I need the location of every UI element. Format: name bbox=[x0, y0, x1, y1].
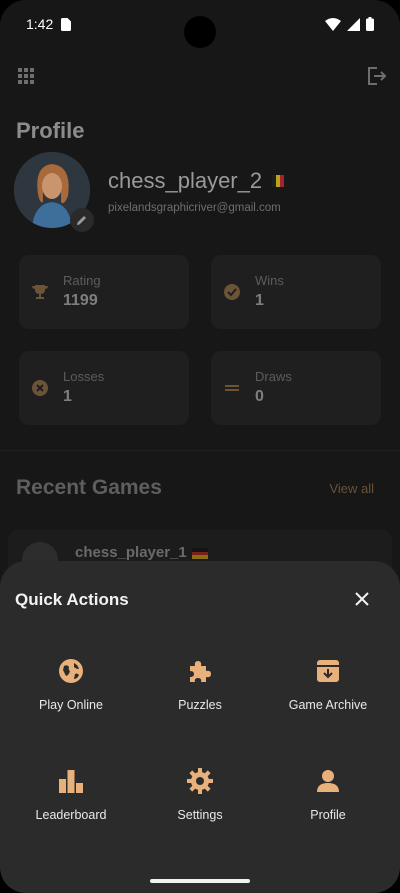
stat-card-wins: Wins 1 bbox=[211, 255, 381, 329]
close-icon bbox=[355, 592, 369, 606]
action-label: Leaderboard bbox=[35, 808, 107, 822]
gear-icon bbox=[187, 768, 213, 794]
sheet-title: Quick Actions bbox=[15, 590, 129, 609]
divider bbox=[0, 450, 400, 451]
signal-icon bbox=[347, 17, 360, 31]
home-indicator[interactable] bbox=[150, 879, 250, 883]
action-label: Settings bbox=[177, 808, 223, 822]
close-button[interactable] bbox=[350, 587, 374, 611]
pencil-icon bbox=[77, 216, 86, 225]
stat-label: Wins bbox=[255, 273, 284, 288]
profile-avatar[interactable] bbox=[14, 152, 94, 232]
equals-icon bbox=[225, 385, 239, 391]
germany-flag-icon bbox=[192, 548, 208, 560]
action-leaderboard[interactable]: Leaderboard bbox=[6, 767, 136, 837]
action-label: Play Online bbox=[39, 698, 103, 712]
stat-card-draws: Draws 0 bbox=[211, 351, 381, 425]
edit-avatar-button[interactable] bbox=[70, 208, 94, 232]
archive-icon bbox=[317, 660, 339, 682]
stat-value: 1199 bbox=[63, 292, 98, 309]
belgium-flag-icon bbox=[272, 175, 285, 187]
app-bar bbox=[0, 58, 400, 94]
username: chess_player_2 bbox=[108, 168, 263, 193]
check-circle-icon bbox=[224, 284, 240, 300]
globe-icon bbox=[59, 659, 83, 683]
view-all-link[interactable]: View all bbox=[329, 481, 374, 496]
sim-card-icon bbox=[61, 17, 72, 31]
logout-icon[interactable] bbox=[364, 64, 388, 88]
stat-label: Draws bbox=[255, 369, 292, 384]
quick-actions-sheet: Quick Actions Play Online Puzzles Game A… bbox=[0, 561, 400, 893]
battery-icon bbox=[366, 17, 374, 31]
username-row: chess_player_2 bbox=[108, 168, 285, 194]
stat-label: Rating bbox=[63, 273, 101, 288]
opponent-name: chess_player_1 bbox=[75, 544, 187, 561]
action-game-archive[interactable]: Game Archive bbox=[263, 657, 393, 727]
action-play-online[interactable]: Play Online bbox=[6, 657, 136, 727]
leaderboard-icon bbox=[59, 770, 83, 793]
puzzle-icon bbox=[190, 661, 211, 682]
trophy-icon bbox=[32, 285, 48, 299]
status-bar: 1:42 bbox=[0, 0, 400, 48]
action-settings[interactable]: Settings bbox=[135, 767, 265, 837]
stat-value: 1 bbox=[255, 292, 264, 309]
phone-screen: 1:42 Profile chess_player_2 pixelandsgra… bbox=[0, 0, 400, 893]
action-label: Puzzles bbox=[178, 698, 222, 712]
person-icon bbox=[317, 770, 339, 792]
recent-games-title: Recent Games bbox=[16, 476, 162, 499]
grid-menu-icon[interactable] bbox=[16, 66, 36, 86]
email: pixelandsgraphicriver@gmail.com bbox=[108, 202, 281, 214]
stat-card-losses: Losses 1 bbox=[19, 351, 189, 425]
action-profile[interactable]: Profile bbox=[263, 767, 393, 837]
wifi-icon bbox=[325, 17, 341, 31]
status-time: 1:42 bbox=[26, 16, 54, 32]
stat-label: Losses bbox=[63, 369, 105, 384]
stat-value: 1 bbox=[63, 388, 72, 405]
action-puzzles[interactable]: Puzzles bbox=[135, 657, 265, 727]
action-label: Game Archive bbox=[288, 698, 368, 712]
page-title: Profile bbox=[16, 118, 85, 143]
stat-card-rating: Rating 1199 bbox=[19, 255, 189, 329]
cancel-circle-icon bbox=[32, 380, 48, 396]
action-label: Profile bbox=[310, 808, 346, 822]
stat-value: 0 bbox=[255, 388, 264, 405]
